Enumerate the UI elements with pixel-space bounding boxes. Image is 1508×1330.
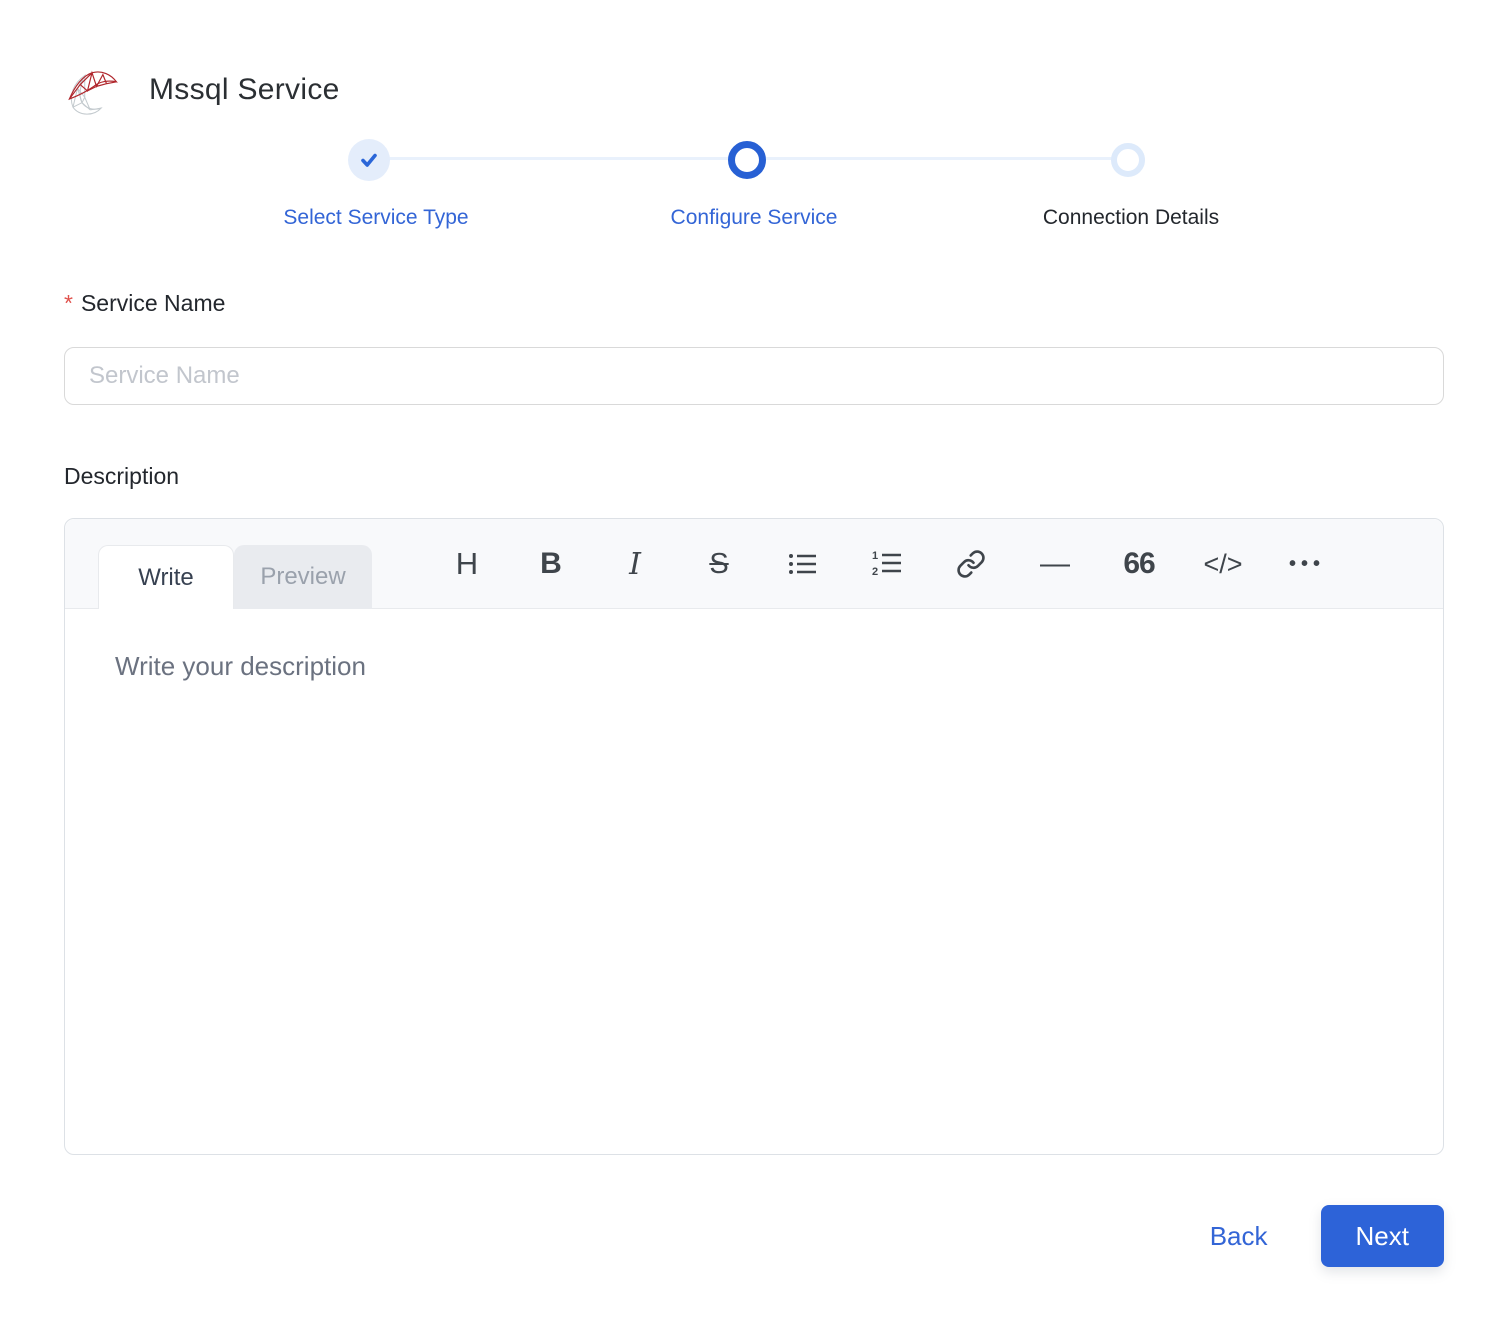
step-indicator-configure-service	[728, 141, 766, 179]
code-icon[interactable]: </>	[1181, 519, 1265, 609]
strikethrough-icon[interactable]: S	[677, 519, 761, 609]
link-icon[interactable]	[929, 519, 1013, 609]
description-label: Description	[64, 463, 180, 489]
svg-text:1: 1	[872, 550, 878, 562]
description-textarea[interactable]	[65, 609, 1443, 1155]
service-name-input[interactable]	[64, 347, 1444, 405]
more-icon[interactable]: •••	[1265, 519, 1349, 609]
page-title: Mssql Service	[149, 73, 340, 106]
description-editor: Write Preview H B I S 1 2 — 66 </> ••• W…	[64, 518, 1444, 1155]
quote-icon[interactable]: 66	[1097, 519, 1181, 609]
step-label-select-service-type[interactable]: Select Service Type	[283, 206, 468, 230]
editor-toolbar-buttons: H B I S 1 2 — 66 </> •••	[425, 519, 1349, 609]
ordered-list-icon[interactable]: 1 2	[845, 519, 929, 609]
editor-toolbar: Write Preview H B I S 1 2 — 66 </> •••	[65, 519, 1443, 609]
unordered-list-icon[interactable]	[761, 519, 845, 609]
heading-icon[interactable]: H	[425, 519, 509, 609]
step-label-connection-details: Connection Details	[1042, 206, 1220, 229]
required-asterisk: *	[64, 290, 73, 316]
horizontal-rule-icon[interactable]: —	[1013, 519, 1097, 609]
step-indicator-select-service-type[interactable]	[348, 139, 390, 181]
service-name-label-text: Service Name	[80, 290, 226, 316]
step-indicator-connection-details	[1111, 143, 1145, 177]
service-name-label: * Service Name	[64, 290, 225, 317]
wizard-footer: Back Next	[1204, 1205, 1444, 1267]
back-button[interactable]: Back	[1204, 1220, 1274, 1253]
page-header: Mssql Service	[63, 62, 340, 118]
bold-icon[interactable]: B	[509, 519, 593, 609]
tab-write[interactable]: Write	[98, 545, 234, 609]
wizard-stepper: Select Service Type Configure Service Co…	[64, 138, 1444, 238]
check-icon	[361, 153, 377, 167]
tab-preview[interactable]: Preview	[234, 545, 372, 609]
editor-content	[65, 609, 1443, 1155]
italic-icon[interactable]: I	[593, 519, 677, 609]
step-label-configure-service: Configure Service	[670, 206, 838, 229]
editor-tabs: Write Preview	[98, 545, 372, 609]
configure-service-page: Mssql Service Select Service Type Config…	[0, 0, 1508, 1330]
next-button[interactable]: Next	[1320, 1205, 1444, 1267]
svg-text:2: 2	[872, 566, 878, 578]
sql-server-logo-icon	[68, 70, 118, 115]
